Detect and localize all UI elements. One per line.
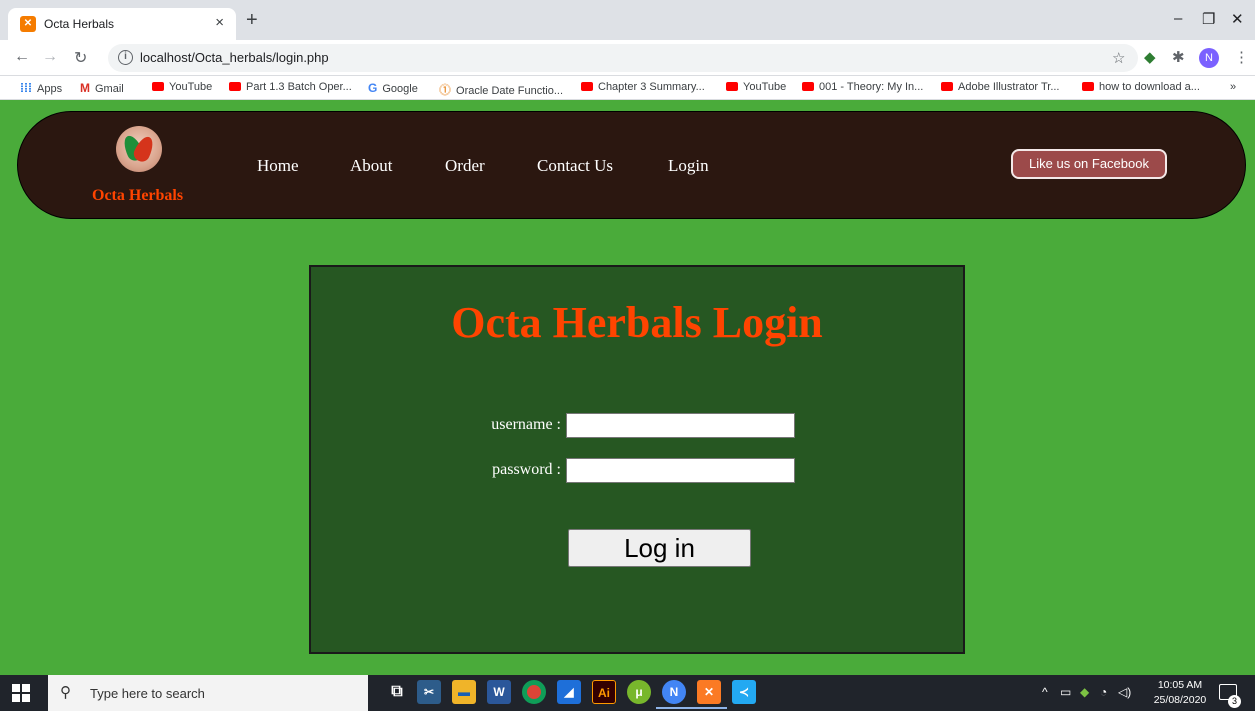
chrome-profile-icon[interactable]: N: [656, 680, 692, 709]
extension-icon[interactable]: ◆: [1144, 48, 1156, 66]
info-icon[interactable]: i: [118, 50, 133, 65]
username-input[interactable]: [566, 413, 795, 438]
windows-taskbar: ⚲ Type here to search ⧉ ✂ ▬ W ◢ Ai μ N ✕…: [0, 675, 1255, 711]
google-icon: G: [368, 81, 378, 95]
reload-icon[interactable]: ↻: [74, 48, 87, 68]
utorrent-icon[interactable]: μ: [627, 680, 651, 704]
login-panel: Octa Herbals Login username : password :…: [309, 265, 965, 654]
taskbar-clock[interactable]: 10:05 AM 25/08/2020: [1150, 678, 1210, 708]
bookmark-google[interactable]: G Google: [368, 81, 418, 95]
word-icon[interactable]: W: [487, 680, 511, 704]
bookmark-gmail[interactable]: M Gmail: [80, 81, 124, 95]
chrome-icon[interactable]: [522, 680, 546, 704]
address-bar[interactable]: i localhost/Octa_herbals/login.php ☆: [108, 44, 1138, 72]
bookmark-apps[interactable]: ⁞⁞⁞ Apps: [20, 81, 62, 95]
logo-icon[interactable]: [116, 126, 162, 172]
bookmark-chapter-3[interactable]: Chapter 3 Summary...: [581, 81, 705, 93]
menu-dots-icon[interactable]: ⋮: [1234, 48, 1249, 66]
bookmark-adobe-illustrator[interactable]: Adobe Illustrator Tr...: [941, 81, 1060, 93]
youtube-icon: [941, 82, 953, 91]
password-input[interactable]: [566, 458, 795, 483]
clock-date: 25/08/2020: [1153, 694, 1207, 706]
nav-home[interactable]: Home: [257, 156, 299, 176]
nav-contact-us[interactable]: Contact Us: [537, 156, 613, 176]
tab-title: Octa Herbals: [44, 17, 115, 31]
notification-count-badge: 3: [1228, 695, 1241, 708]
xampp-icon[interactable]: ✕: [691, 680, 727, 709]
battery-icon[interactable]: ▭: [1060, 685, 1071, 699]
browser-toolbar: ← → ↻ i localhost/Octa_herbals/login.php…: [0, 40, 1255, 76]
snipping-tool-icon[interactable]: ✂: [417, 680, 441, 704]
youtube-icon: [581, 82, 593, 91]
browser-tab-bar: ✕ Octa Herbals × + – ❐ ✕: [0, 0, 1255, 40]
bookmarks-overflow-icon[interactable]: »: [1230, 81, 1236, 93]
password-label: password :: [492, 461, 561, 478]
gmail-icon: M: [80, 81, 90, 95]
site-navbar: Octa Herbals Home About Order Contact Us…: [17, 111, 1246, 219]
file-explorer-icon[interactable]: ▬: [452, 680, 476, 704]
cloud-sync-icon[interactable]: ◆: [1080, 685, 1089, 699]
minimize-button[interactable]: –: [1174, 10, 1182, 27]
close-tab-icon[interactable]: ×: [215, 14, 224, 31]
bookmark-star-icon[interactable]: ☆: [1112, 49, 1125, 67]
login-button[interactable]: Log in: [568, 529, 751, 567]
bookmark-batch-oper[interactable]: Part 1.3 Batch Oper...: [229, 81, 352, 93]
brand-name: Octa Herbals: [92, 187, 184, 204]
bookmark-oracle[interactable]: ⓵ Oracle Date Functio...: [439, 81, 563, 98]
bookmark-001-theory[interactable]: 001 - Theory: My In...: [802, 81, 923, 93]
vscode-icon[interactable]: ≺: [732, 680, 756, 704]
volume-icon[interactable]: ◁): [1118, 685, 1131, 699]
task-view-icon[interactable]: ⧉: [385, 680, 409, 704]
facebook-like-button[interactable]: Like us on Facebook: [1011, 149, 1167, 179]
clock-time: 10:05 AM: [1157, 679, 1203, 691]
search-icon: ⚲: [60, 684, 71, 701]
xampp-icon: ✕: [20, 16, 36, 32]
back-arrow-icon[interactable]: ←: [14, 48, 30, 66]
youtube-icon: [802, 82, 814, 91]
url-text[interactable]: localhost/Octa_herbals/login.php: [140, 50, 329, 65]
login-title: Octa Herbals Login: [451, 298, 823, 347]
oracle-icon: ⓵: [439, 83, 452, 97]
show-hidden-icons-icon[interactable]: ^: [1042, 685, 1048, 699]
nav-login[interactable]: Login: [668, 156, 709, 176]
new-tab-button[interactable]: +: [246, 10, 258, 30]
restore-button[interactable]: ❐: [1202, 10, 1215, 28]
bookmark-youtube-2[interactable]: YouTube: [726, 81, 786, 93]
nav-order[interactable]: Order: [445, 156, 485, 176]
profile-avatar[interactable]: N: [1199, 48, 1219, 68]
bookmarks-bar: ⁞⁞⁞ Apps M Gmail YouTube Part 1.3 Batch O…: [0, 76, 1255, 100]
bookmark-youtube[interactable]: YouTube: [152, 81, 212, 93]
search-placeholder: Type here to search: [90, 686, 205, 701]
youtube-icon: [152, 82, 164, 91]
youtube-icon: [1082, 82, 1094, 91]
close-window-button[interactable]: ✕: [1231, 10, 1244, 28]
taskbar-search-box[interactable]: ⚲ Type here to search: [48, 675, 368, 711]
username-label: username :: [491, 416, 561, 433]
wifi-icon[interactable]: ◔: [1100, 685, 1107, 699]
bookmark-how-to-download[interactable]: how to download a...: [1082, 81, 1200, 93]
youtube-icon: [726, 82, 738, 91]
windows-start-icon[interactable]: [12, 684, 30, 702]
forward-arrow-icon[interactable]: →: [42, 48, 58, 66]
youtube-icon: [229, 82, 241, 91]
apps-grid-icon: ⁞⁞⁞: [20, 81, 32, 95]
edge-icon[interactable]: ◢: [557, 680, 581, 704]
illustrator-icon[interactable]: Ai: [592, 680, 616, 704]
browser-tab[interactable]: ✕ Octa Herbals ×: [8, 8, 236, 40]
puzzle-extensions-icon[interactable]: ✱: [1172, 48, 1185, 66]
nav-about[interactable]: About: [350, 156, 393, 176]
